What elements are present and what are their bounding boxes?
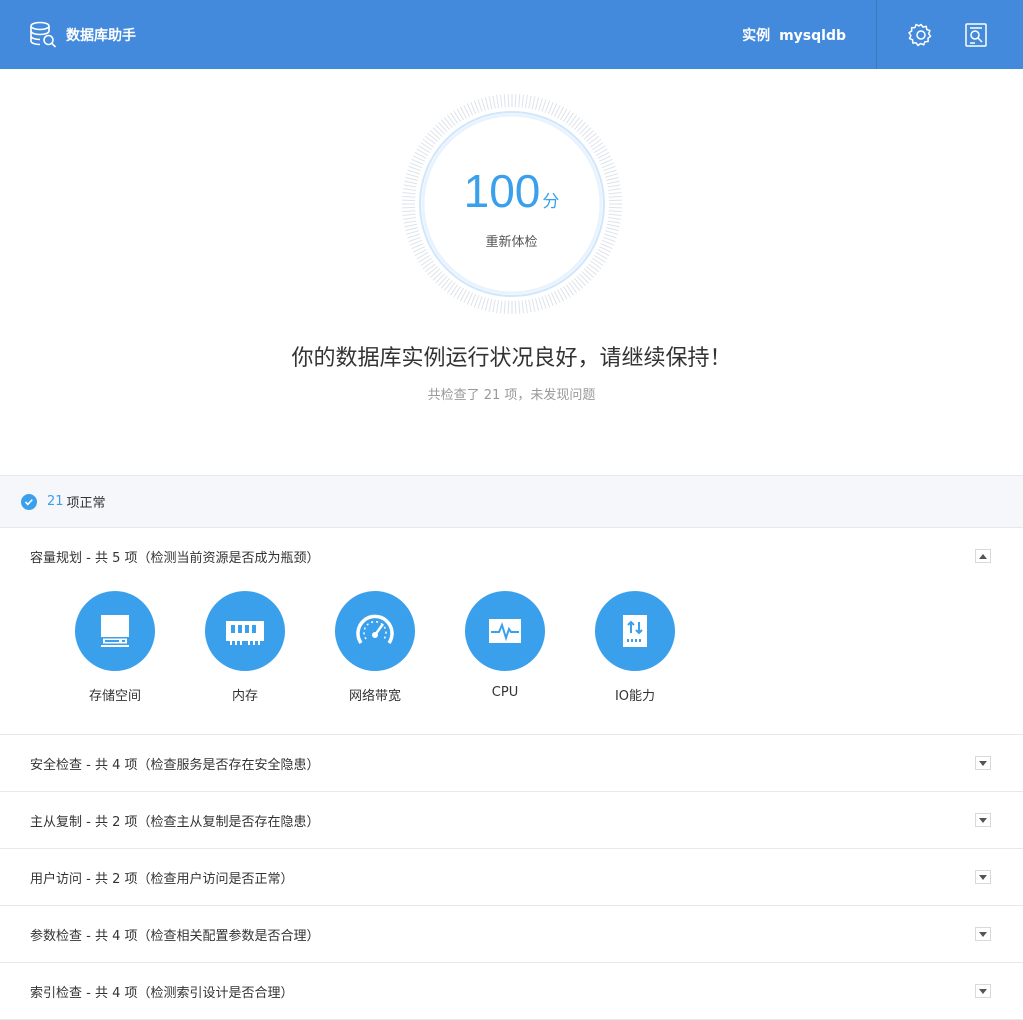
hard-drive-icon <box>95 611 135 651</box>
caret-down-icon <box>979 818 987 823</box>
app-logo: 数据库助手 <box>28 20 136 50</box>
capacity-items: 存储空间 内存 <box>0 584 1023 734</box>
expand-toggle[interactable] <box>975 870 991 884</box>
top-header: 数据库助手 实例 mysqldb <box>0 0 1023 69</box>
item-label: 存储空间 <box>50 685 180 704</box>
collapse-toggle[interactable] <box>975 549 991 563</box>
database-search-icon <box>28 20 58 50</box>
score-value: 100分 <box>402 164 622 218</box>
section-title: 容量规划 - 共 5 项（检测当前资源是否成为瓶颈） <box>30 547 975 566</box>
item-label: IO能力 <box>570 685 700 704</box>
status-subline: 共检查了 21 项，未发现问题 <box>0 384 1023 403</box>
header-divider <box>876 0 877 69</box>
report-button[interactable] <box>951 0 1001 69</box>
caret-up-icon <box>979 554 987 559</box>
section-index: 索引检查 - 共 4 项（检测索引设计是否合理） <box>0 963 1023 1020</box>
item-storage[interactable]: 存储空间 <box>50 584 180 734</box>
cpu-pulse-icon <box>485 611 525 651</box>
section-capacity: 容量规划 - 共 5 项（检测当前资源是否成为瓶颈） 存储空间 <box>0 528 1023 735</box>
expand-toggle[interactable] <box>975 984 991 998</box>
report-search-icon <box>963 22 989 48</box>
instance-name: mysqldb <box>779 28 846 44</box>
score-dial: 100分 重新体检 <box>402 94 622 314</box>
expand-toggle[interactable] <box>975 813 991 827</box>
settings-button[interactable] <box>896 0 946 69</box>
section-parameters: 参数检查 - 共 4 项（检查相关配置参数是否合理） <box>0 906 1023 963</box>
instance-label: 实例 <box>742 28 770 44</box>
section-header-replication[interactable]: 主从复制 - 共 2 项（检查主从复制是否存在隐患） <box>0 792 1023 848</box>
section-title: 用户访问 - 共 2 项（检查用户访问是否正常） <box>30 868 975 887</box>
expand-toggle[interactable] <box>975 927 991 941</box>
normal-summary-bar: 21 项正常 <box>0 475 1023 528</box>
caret-down-icon <box>979 761 987 766</box>
section-title: 索引检查 - 共 4 项（检测索引设计是否合理） <box>30 982 975 1001</box>
section-user-access: 用户访问 - 共 2 项（检查用户访问是否正常） <box>0 849 1023 906</box>
score-unit: 分 <box>542 192 559 211</box>
item-memory[interactable]: 内存 <box>180 584 310 734</box>
item-cpu[interactable]: CPU <box>440 584 570 734</box>
item-label: CPU <box>440 685 570 700</box>
normal-count: 21 <box>47 494 64 509</box>
section-title: 安全检查 - 共 4 项（检查服务是否存在安全隐患） <box>30 754 975 773</box>
section-title: 主从复制 - 共 2 项（检查主从复制是否存在隐患） <box>30 811 975 830</box>
section-header-index[interactable]: 索引检查 - 共 4 项（检测索引设计是否合理） <box>0 963 1023 1019</box>
normal-text: 项正常 <box>67 492 106 511</box>
section-header-security[interactable]: 安全检查 - 共 4 项（检查服务是否存在安全隐患） <box>0 735 1023 791</box>
status-headline: 你的数据库实例运行状况良好，请继续保持！ <box>0 340 1023 372</box>
section-security: 安全检查 - 共 4 项（检查服务是否存在安全隐患） <box>0 735 1023 792</box>
caret-down-icon <box>979 875 987 880</box>
item-label: 内存 <box>180 685 310 704</box>
section-title: 参数检查 - 共 4 项（检查相关配置参数是否合理） <box>30 925 975 944</box>
check-circle-icon <box>21 494 37 510</box>
gear-icon <box>908 22 934 48</box>
io-transfer-icon <box>615 611 655 651</box>
instance-info: 实例 mysqldb <box>742 25 846 45</box>
section-replication: 主从复制 - 共 2 项（检查主从复制是否存在隐患） <box>0 792 1023 849</box>
section-header-user-access[interactable]: 用户访问 - 共 2 项（检查用户访问是否正常） <box>0 849 1023 905</box>
caret-down-icon <box>979 932 987 937</box>
item-bandwidth[interactable]: 网络带宽 <box>310 584 440 734</box>
recheck-button[interactable]: 重新体检 <box>402 231 622 250</box>
memory-icon <box>223 611 267 651</box>
app-title: 数据库助手 <box>66 25 136 45</box>
item-io[interactable]: IO能力 <box>570 584 700 734</box>
caret-down-icon <box>979 989 987 994</box>
section-header-parameters[interactable]: 参数检查 - 共 4 项（检查相关配置参数是否合理） <box>0 906 1023 962</box>
section-header-capacity[interactable]: 容量规划 - 共 5 项（检测当前资源是否成为瓶颈） <box>0 528 1023 584</box>
speedometer-icon <box>353 609 397 653</box>
item-label: 网络带宽 <box>310 685 440 704</box>
expand-toggle[interactable] <box>975 756 991 770</box>
